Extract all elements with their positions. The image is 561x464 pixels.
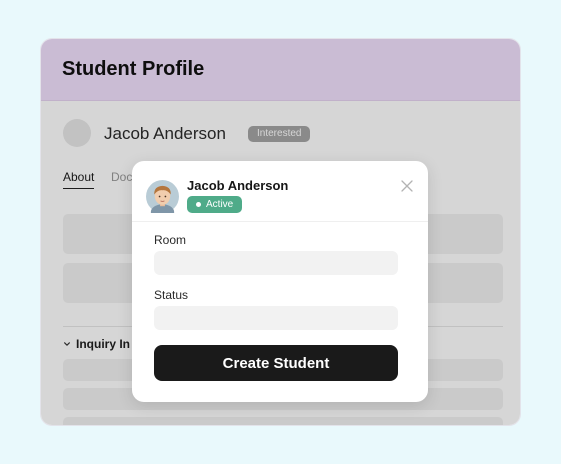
room-label: Room (154, 233, 187, 247)
status-label: Status (154, 288, 189, 302)
student-avatar (146, 180, 179, 213)
create-student-button[interactable]: Create Student (154, 345, 398, 381)
status-text: Active (206, 199, 234, 210)
status-badge: Active (187, 196, 243, 213)
status-dot-icon (196, 202, 201, 207)
modal-student-name: Jacob Anderson (187, 178, 289, 193)
create-student-modal: Jacob Anderson Active Room Status Create… (132, 161, 428, 402)
status-input[interactable] (154, 306, 398, 330)
modal-header: Jacob Anderson Active (132, 161, 428, 222)
room-input[interactable] (154, 251, 398, 275)
close-icon[interactable] (400, 179, 414, 193)
